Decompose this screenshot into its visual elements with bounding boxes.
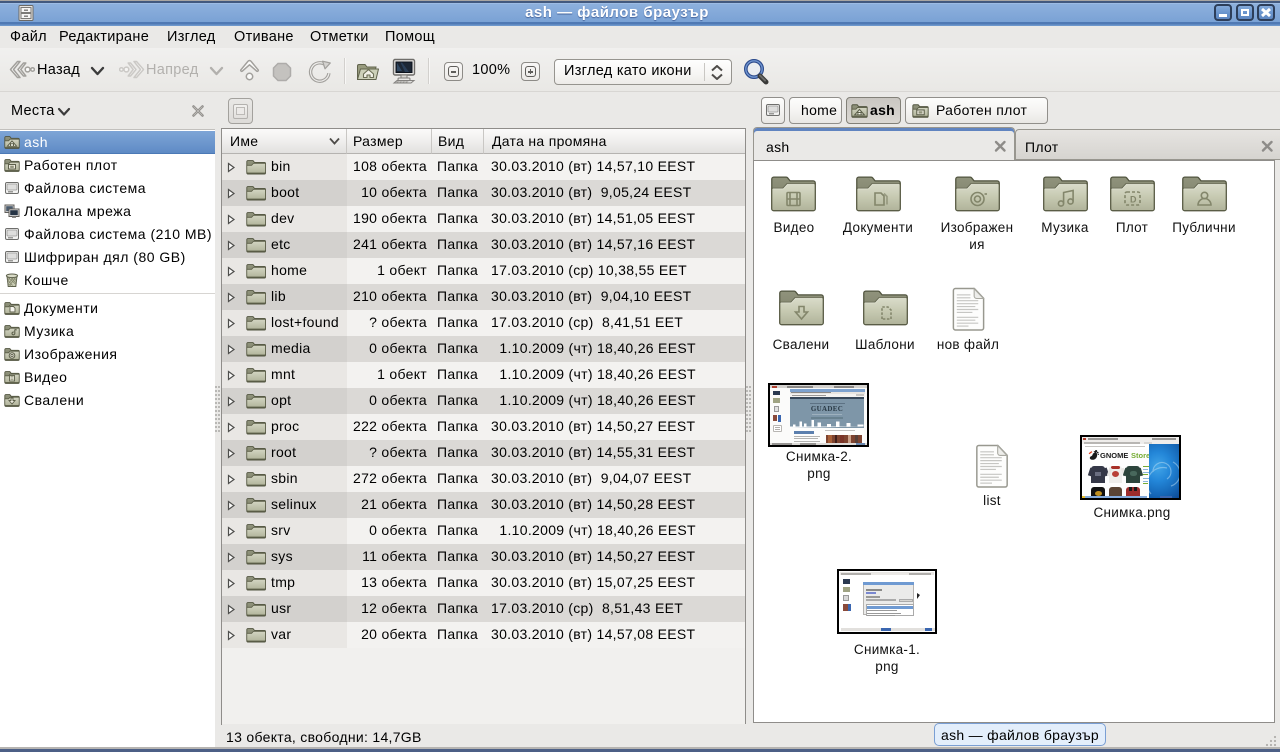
svg-text:D: D [1130, 195, 1137, 205]
